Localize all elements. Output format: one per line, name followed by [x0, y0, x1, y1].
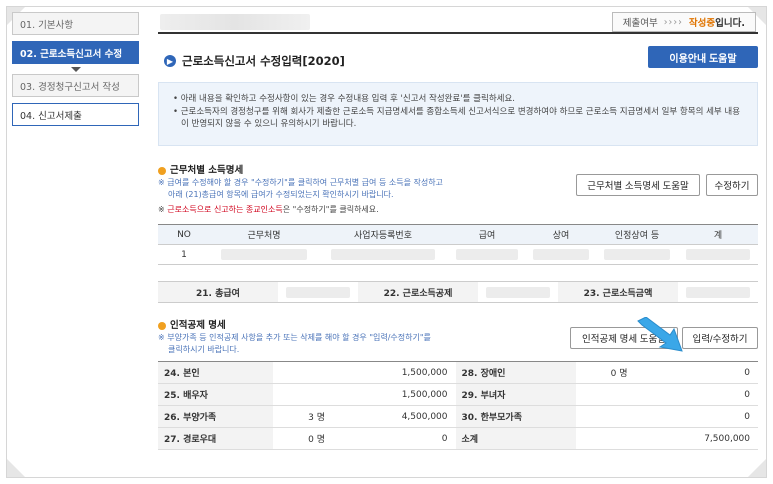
deduction-label: 24. 본인	[158, 361, 273, 384]
pointer-arrow-icon	[637, 317, 683, 352]
deduction-table: 24. 본인 1,500,000 28. 장애인 0 명 0 25. 배우자 1…	[158, 361, 758, 450]
deduction-count	[273, 383, 333, 406]
table-row: 27. 경로우대 0 명 0 소계 7,500,000	[158, 427, 758, 450]
corner-decoration	[7, 459, 25, 477]
deduction-label: 30. 한부모가족	[455, 405, 576, 428]
deduction-amount: 0	[333, 427, 456, 450]
income-amount-label: 23. 근로소득금액	[558, 282, 678, 302]
blurred-cell	[210, 244, 318, 265]
page-title: 근로소득신고서 수정입력[2020]	[182, 54, 345, 68]
total-pay-label: 21. 총급여	[158, 282, 278, 302]
income-totals: 21. 총급여 22. 근로소득공제 23. 근로소득금액	[158, 281, 758, 303]
income-help-button[interactable]: 근무처별 소득명세 도움말	[576, 174, 700, 196]
income-deduction-label: 22. 근로소득공제	[358, 282, 478, 302]
blurred-cell	[448, 244, 526, 265]
table-header-row: NO 근무처명 사업자등록번호 급여 상여 인정상여 등 계	[158, 224, 758, 245]
blurred-cell	[596, 244, 678, 265]
deduction-amount: 0	[635, 383, 758, 406]
section-title: 근무처별 소득명세	[170, 165, 244, 176]
table-row: 26. 부양가족 3 명 4,500,000 30. 한부모가족 0	[158, 405, 758, 428]
income-table: NO 근무처명 사업자등록번호 급여 상여 인정상여 등 계 1	[158, 224, 758, 265]
info-line: • 아래 내용을 확인하고 수정사항이 있는 경우 수정내용 입력 후 '신고서…	[173, 94, 515, 104]
status-arrows: ››››	[663, 16, 683, 28]
row-number: 1	[158, 244, 210, 265]
deduction-count	[273, 361, 333, 384]
deduction-amount: 7,500,000	[635, 427, 758, 450]
column-header: 급여	[448, 224, 526, 245]
deduction-amount: 1,500,000	[333, 361, 456, 384]
table-row: 24. 본인 1,500,000 28. 장애인 0 명 0	[158, 361, 758, 384]
status-suffix: 입니다.	[715, 18, 745, 29]
column-header: 사업자등록번호	[318, 224, 448, 245]
deduction-count: 0 명	[273, 427, 333, 450]
step-submit-report[interactable]: 04. 신고서제출	[12, 103, 139, 126]
deduction-label: 25. 배우자	[158, 383, 273, 406]
section-title: 인적공제 명세	[170, 320, 226, 331]
deduction-amount: 0	[635, 361, 758, 384]
deduction-label: 29. 부녀자	[455, 383, 576, 406]
deduction-label: 27. 경로우대	[158, 427, 273, 450]
step-edit-income-report[interactable]: 02. 근로소득신고서 수정	[12, 41, 139, 64]
warning-prefix: ※	[158, 205, 168, 214]
deduction-amount: 0	[635, 405, 758, 428]
status-label: 제출여부	[622, 18, 658, 29]
blurred-info	[160, 14, 310, 30]
column-header: 상여	[526, 224, 596, 245]
status-value: 작성중	[688, 18, 716, 29]
blurred-cell	[278, 282, 358, 302]
step-correction-claim[interactable]: 03. 경정청구신고서 작성	[12, 74, 139, 97]
step-basic-info[interactable]: 01. 기본사항	[12, 12, 139, 35]
info-box: • 아래 내용을 확인하고 수정사항이 있는 경우 수정내용 입력 후 '신고서…	[158, 82, 758, 146]
income-edit-button[interactable]: 수정하기	[706, 174, 758, 196]
deduction-count: 3 명	[273, 405, 333, 428]
table-row: 1	[158, 244, 758, 265]
table-row: 25. 배우자 1,500,000 29. 부녀자 0	[158, 383, 758, 406]
warning-red-text: 근로소득으로 신고하는 종교인소득	[167, 205, 283, 214]
blurred-cell	[526, 244, 596, 265]
warning-suffix: 은 "수정하기"를 클릭하세요.	[282, 205, 379, 214]
deduction-edit-button[interactable]: 입력/수정하기	[682, 327, 758, 349]
column-header: 계	[678, 224, 758, 245]
blurred-cell	[678, 244, 758, 265]
blurred-cell	[318, 244, 448, 265]
bullet-icon	[158, 166, 166, 175]
deduction-amount: 4,500,000	[333, 405, 456, 428]
column-header: 인정상여 등	[596, 224, 678, 245]
main-content: 제출여부 ›››› 작성중 입니다. ▶ 근로소득신고서 수정입력[2020] …	[158, 12, 758, 450]
income-section-header: 근무처별 소득명세 ※ 급여를 수정해야 할 경우 "수정하기"를 클릭하여 근…	[158, 162, 758, 224]
top-status-bar: 제출여부 ›››› 작성중 입니다.	[158, 12, 758, 34]
deduction-count: 0 명	[575, 361, 636, 384]
usage-guide-button[interactable]: 이용안내 도움말	[648, 46, 758, 68]
info-line: • 근로소득자의 경정청구를 위해 회사가 제출한 근로소득 지급명세서를 종합…	[173, 106, 741, 130]
corner-decoration	[748, 459, 766, 477]
page-title-row: ▶ 근로소득신고서 수정입력[2020] 이용안내 도움말	[158, 42, 758, 82]
section-warning: ※ 근로소득으로 신고하는 종교인소득은 "수정하기"를 클릭하세요.	[158, 205, 758, 215]
deduction-count	[575, 405, 636, 428]
deduction-label: 26. 부양가족	[158, 405, 273, 428]
arrow-down-icon	[70, 67, 81, 72]
arrow-right-circle-icon: ▶	[164, 55, 176, 67]
deduction-count	[575, 383, 636, 406]
deduction-label: 소계	[455, 427, 576, 450]
column-header: NO	[158, 224, 210, 245]
deduction-label: 28. 장애인	[455, 361, 576, 384]
deduction-count	[575, 427, 636, 450]
blurred-cell	[678, 282, 758, 302]
column-header: 근무처명	[210, 224, 318, 245]
submission-status: 제출여부 ›››› 작성중 입니다.	[611, 12, 756, 32]
blurred-cell	[478, 282, 558, 302]
step-sidebar: 01. 기본사항 02. 근로소득신고서 수정 03. 경정청구신고서 작성 0…	[12, 12, 139, 132]
bullet-icon	[158, 321, 166, 330]
deduction-amount: 1,500,000	[333, 383, 456, 406]
